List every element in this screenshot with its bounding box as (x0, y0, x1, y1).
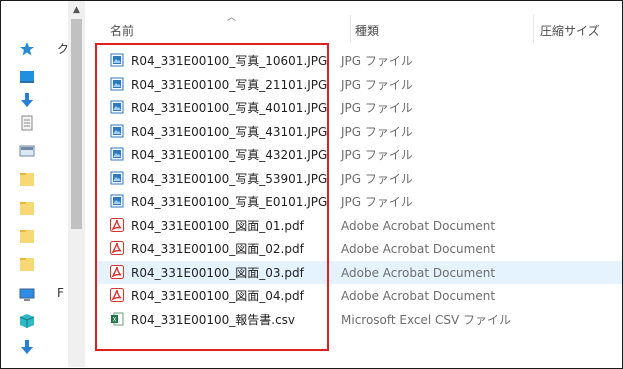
downloads-arrow-icon[interactable] (19, 339, 39, 359)
file-name: R04_331E00100_報告書.csv (131, 313, 296, 327)
scroll-up-arrow-icon[interactable]: ▲ (68, 1, 85, 18)
file-type: JPG ファイル (341, 125, 413, 139)
file-row[interactable]: R04_331E00100_写真_40101.JPG JPG ファイル (96, 96, 622, 119)
jpg-image-icon (110, 53, 124, 67)
file-name: R04_331E00100_写真_43101.JPG (131, 125, 328, 139)
file-row[interactable]: R04_331E00100_図面_01.pdf Adobe Acrobat Doc… (96, 214, 622, 237)
nav-item-label: F (57, 286, 64, 300)
file-name: R04_331E00100_写真_53901.JPG (131, 172, 328, 186)
file-row[interactable]: R04_331E00100_写真_43101.JPG JPG ファイル (96, 120, 622, 143)
pdf-icon (110, 288, 124, 302)
file-name: R04_331E00100_図面_01.pdf (131, 219, 304, 233)
this-pc-icon[interactable] (19, 287, 39, 307)
column-header-type[interactable]: 種類 (355, 23, 379, 39)
file-row[interactable]: R04_331E00100_写真_21101.JPG JPG ファイル (96, 73, 622, 96)
scrollbar-thumb[interactable] (71, 19, 82, 229)
file-row[interactable]: R04_331E00100_写真_43201.JPG JPG ファイル (96, 143, 622, 166)
folder-icon[interactable] (19, 200, 39, 220)
jpg-image-icon (110, 147, 124, 161)
file-name: R04_331E00100_図面_03.pdf (131, 266, 304, 280)
jpg-image-icon (110, 194, 124, 208)
column-header-compressed-size[interactable]: 圧縮サイズ (540, 23, 600, 39)
file-row[interactable]: R04_331E00100_図面_04.pdf Adobe Acrobat Doc… (96, 284, 622, 307)
file-name: R04_331E00100_写真_40101.JPG (131, 101, 328, 115)
column-header-name[interactable]: 名前 (110, 23, 134, 39)
pdf-icon (110, 241, 124, 255)
file-name: R04_331E00100_写真_43201.JPG (131, 148, 328, 162)
file-type: JPG ファイル (341, 148, 413, 162)
file-type: JPG ファイル (341, 195, 413, 209)
chevron-up-icon: ︿ (227, 13, 237, 23)
file-type: Adobe Acrobat Document (341, 266, 496, 280)
jpg-image-icon (110, 171, 124, 185)
excel-csv-icon: X (110, 312, 124, 326)
navigation-pane: クF ▲ (1, 1, 85, 367)
folder-icon[interactable] (19, 228, 39, 248)
jpg-image-icon (110, 100, 124, 114)
pdf-icon (110, 265, 124, 279)
folder-icon[interactable] (19, 171, 39, 191)
file-row[interactable]: R04_331E00100_写真_E0101.JPG JPG ファイル (96, 190, 622, 213)
desktop-icon[interactable] (19, 69, 39, 89)
svg-text:X: X (112, 317, 116, 324)
jpg-image-icon (110, 124, 124, 138)
column-header: ︿ 名前 種類 圧縮サイズ (84, 1, 622, 43)
3d-objects-icon[interactable] (19, 313, 39, 333)
navigation-scrollbar[interactable]: ▲ (68, 1, 85, 367)
file-type: Adobe Acrobat Document (341, 242, 496, 256)
file-name: R04_331E00100_図面_02.pdf (131, 242, 304, 256)
file-type: Adobe Acrobat Document (341, 219, 496, 233)
documents-icon[interactable] (19, 115, 39, 135)
file-list: ︿ 名前 種類 圧縮サイズ R04_331E00100_写真_10601.JPG… (84, 1, 622, 367)
file-type: JPG ファイル (341, 54, 413, 68)
file-name: R04_331E00100_写真_E0101.JPG (131, 195, 328, 209)
file-type: JPG ファイル (341, 78, 413, 92)
file-row[interactable]: R04_331E00100_図面_02.pdf Adobe Acrobat Doc… (96, 237, 622, 260)
jpg-image-icon (110, 77, 124, 91)
file-name: R04_331E00100_図面_04.pdf (131, 289, 304, 303)
file-row[interactable]: R04_331E00100_図面_03.pdf Adobe Acrobat Doc… (96, 261, 622, 284)
file-type: Microsoft Excel CSV ファイル (341, 313, 512, 327)
pdf-icon (110, 218, 124, 232)
file-type: JPG ファイル (341, 172, 413, 186)
file-name: R04_331E00100_写真_10601.JPG (131, 54, 328, 68)
column-divider[interactable] (533, 15, 534, 43)
downloads-arrow-icon[interactable] (19, 92, 39, 112)
file-type: JPG ファイル (341, 101, 413, 115)
pictures-icon[interactable] (19, 143, 39, 163)
file-type: Adobe Acrobat Document (341, 289, 496, 303)
quick-access-star-icon[interactable] (19, 41, 39, 61)
folder-icon[interactable] (19, 256, 39, 276)
file-row[interactable]: R04_331E00100_写真_53901.JPG JPG ファイル (96, 167, 622, 190)
column-divider[interactable] (350, 15, 351, 43)
file-row[interactable]: X R04_331E00100_報告書.csv Microsoft Excel CS… (96, 308, 622, 331)
file-row[interactable]: R04_331E00100_写真_10601.JPG JPG ファイル (96, 49, 622, 72)
file-name: R04_331E00100_写真_21101.JPG (131, 78, 328, 92)
